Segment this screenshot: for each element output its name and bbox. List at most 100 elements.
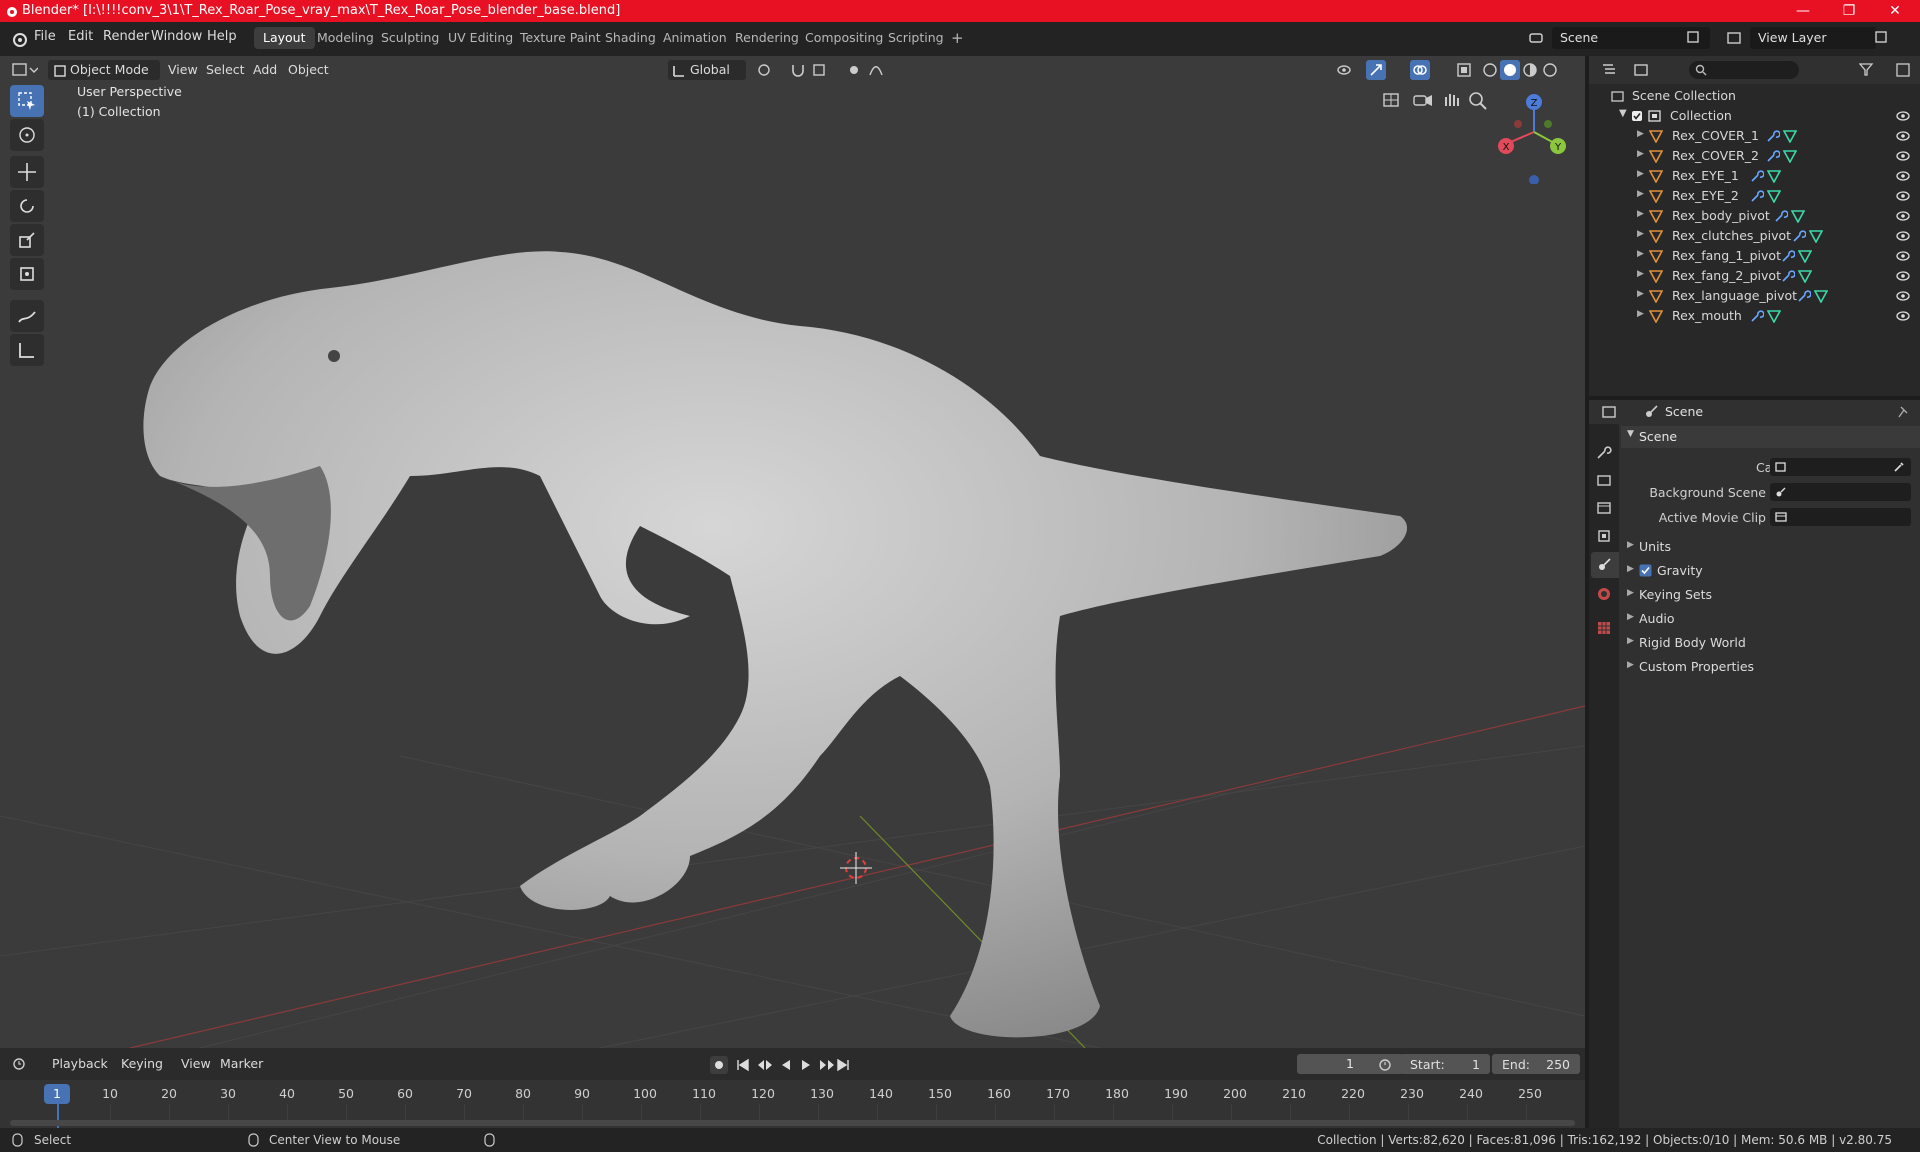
tab-compositing[interactable]: Compositing [796, 27, 892, 49]
gizmo-neg-z-icon[interactable] [1529, 175, 1539, 184]
timeline-view-menu[interactable]: View [175, 1054, 217, 1074]
expand-arrow-icon[interactable]: ▶ [1637, 189, 1644, 199]
modifier-wrench-icon[interactable] [1781, 249, 1795, 263]
minimize-button[interactable]: — [1780, 0, 1826, 22]
t-rex-model[interactable] [143, 251, 1408, 1038]
expand-arrow-icon[interactable]: ▶ [1637, 249, 1644, 259]
modifier-wrench-icon[interactable] [1781, 269, 1795, 283]
shading-modes-icon[interactable] [1480, 60, 1560, 80]
custom-properties-panel-header[interactable]: ▶ Custom Properties [1621, 656, 1920, 678]
filter-icon[interactable] [1859, 62, 1885, 78]
properties-editor-icon[interactable] [1601, 404, 1627, 420]
move-tool[interactable] [10, 156, 44, 188]
measure-tool[interactable] [10, 334, 44, 366]
mesh-data-icon[interactable] [1783, 129, 1797, 143]
3d-cursor[interactable] [840, 852, 872, 884]
texture-tab-icon[interactable] [1596, 620, 1612, 636]
jump-start-icon[interactable] [737, 1058, 749, 1072]
mesh-data-icon[interactable] [1791, 209, 1805, 223]
section-collapse-icon[interactable]: ▼ [1627, 429, 1634, 439]
expand-arrow-icon[interactable]: ▶ [1637, 309, 1644, 319]
start-frame-field[interactable]: Start: 1 [1400, 1054, 1490, 1074]
camera-field[interactable] [1770, 458, 1911, 476]
scene-icon[interactable] [1528, 30, 1544, 46]
eye-icon[interactable] [1895, 150, 1911, 162]
scene-tab-icon[interactable] [1596, 557, 1612, 573]
menu-view[interactable]: View [162, 60, 204, 80]
mesh-data-icon[interactable] [1783, 149, 1797, 163]
play-reverse-icon[interactable] [782, 1060, 790, 1070]
menu-object[interactable]: Object [282, 60, 335, 80]
modifier-wrench-icon[interactable] [1750, 309, 1764, 323]
outliner-search-input[interactable] [1689, 61, 1799, 79]
keying-sets-panel-header[interactable]: ▶ Keying Sets [1621, 584, 1920, 606]
outliner-row-object[interactable]: ▶ Rex_mouth [1589, 306, 1920, 326]
outliner-editor-icon[interactable] [1601, 62, 1627, 78]
new-view-layer-icon[interactable] [1874, 30, 1888, 44]
blender-menu-icon[interactable] [10, 30, 28, 48]
eye-icon[interactable] [1895, 270, 1911, 282]
pin-icon[interactable] [1897, 405, 1911, 419]
end-frame-field[interactable]: End: 250 [1492, 1054, 1580, 1074]
menu-add[interactable]: Add [247, 60, 283, 80]
expand-arrow-icon[interactable]: ▶ [1627, 540, 1634, 550]
tab-texture-paint[interactable]: Texture Paint [511, 27, 610, 49]
modifier-wrench-icon[interactable] [1792, 229, 1806, 243]
playback-menu[interactable]: Playback [46, 1054, 114, 1074]
menu-edit[interactable]: Edit [68, 29, 93, 44]
cursor-tool[interactable] [10, 119, 44, 151]
modifier-wrench-icon[interactable] [1766, 129, 1780, 143]
modifier-wrench-icon[interactable] [1774, 209, 1788, 223]
menu-window[interactable]: Window [151, 29, 202, 44]
world-tab-icon[interactable] [1596, 586, 1612, 602]
audio-panel-header[interactable]: ▶ Audio [1621, 608, 1920, 630]
expand-arrow-icon[interactable]: ▶ [1637, 229, 1644, 239]
outliner-row-collection[interactable]: ▼ Collection [1589, 106, 1920, 126]
eye-icon[interactable] [1895, 310, 1911, 322]
display-mode-icon[interactable] [1633, 62, 1659, 78]
view-layer-icon[interactable] [1726, 30, 1742, 46]
eye-icon[interactable] [1895, 190, 1911, 202]
checkbox-icon[interactable] [1631, 110, 1643, 122]
rigid-body-world-panel-header[interactable]: ▶ Rigid Body World [1621, 632, 1920, 654]
expand-arrow-icon[interactable]: ▶ [1637, 129, 1644, 139]
modifier-wrench-icon[interactable] [1766, 149, 1780, 163]
eye-icon[interactable] [1895, 210, 1911, 222]
grid-toggle-icon[interactable] [1383, 93, 1399, 107]
playback-controls[interactable] [710, 1056, 850, 1074]
active-movie-clip-field[interactable] [1770, 508, 1911, 526]
overlay-toggle-icon[interactable] [1410, 60, 1446, 80]
scale-tool[interactable] [10, 224, 44, 256]
eye-icon[interactable] [1895, 170, 1911, 182]
units-panel-header[interactable]: ▶ Units [1621, 536, 1920, 558]
mesh-data-icon[interactable] [1767, 309, 1781, 323]
outliner-row-scene-collection[interactable]: Scene Collection [1589, 86, 1920, 106]
record-icon[interactable] [710, 1056, 728, 1074]
navigation-gizmo[interactable]: Z X Y [1492, 84, 1572, 184]
tab-layout[interactable]: Layout [254, 27, 315, 49]
eye-icon[interactable] [1895, 130, 1911, 142]
pivot-icon[interactable] [756, 62, 782, 78]
menu-help[interactable]: Help [207, 29, 237, 44]
outliner-row-object[interactable]: ▶ Rex_COVER_2 [1589, 146, 1920, 166]
view-layer-tab-icon[interactable] [1596, 528, 1612, 544]
background-scene-field[interactable] [1770, 483, 1911, 501]
add-workspace-button[interactable]: + [942, 27, 973, 49]
expand-arrow-icon[interactable]: ▶ [1637, 149, 1644, 159]
gravity-checkbox-icon[interactable] [1639, 564, 1652, 577]
tool-tab-icon[interactable] [1596, 444, 1612, 460]
outliner-row-object[interactable]: ▶ Rex_body_pivot [1589, 206, 1920, 226]
camera-view-icon[interactable] [1413, 95, 1432, 106]
outliner-row-object[interactable]: ▶ Rex_EYE_1 [1589, 166, 1920, 186]
jump-end-icon[interactable] [837, 1058, 849, 1072]
next-keyframe-icon[interactable] [820, 1060, 834, 1070]
prev-keyframe-icon[interactable] [758, 1060, 772, 1070]
mesh-data-icon[interactable] [1814, 289, 1828, 303]
modifier-wrench-icon[interactable] [1750, 189, 1764, 203]
expand-arrow-icon[interactable]: ▶ [1627, 588, 1634, 598]
tab-animation[interactable]: Animation [654, 27, 736, 49]
marker-menu[interactable]: Marker [214, 1054, 269, 1074]
play-icon[interactable] [802, 1060, 810, 1070]
outliner-row-object[interactable]: ▶ Rex_EYE_2 [1589, 186, 1920, 206]
proportional-edit-icon[interactable] [846, 62, 862, 78]
